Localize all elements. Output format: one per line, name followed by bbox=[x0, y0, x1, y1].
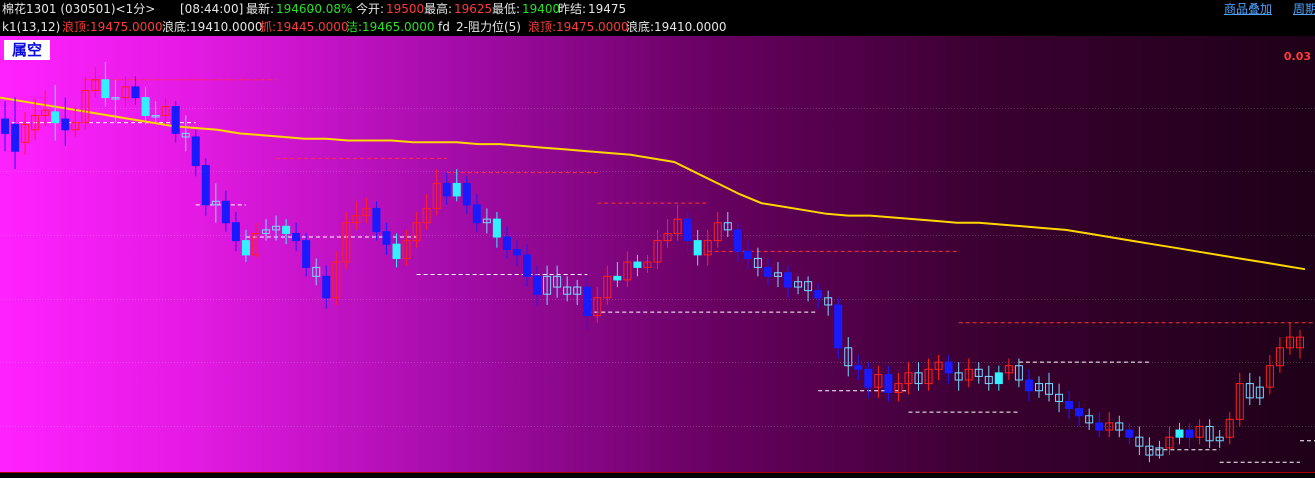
resistance-label: 2-阻力位(5) bbox=[456, 20, 521, 34]
candle-body bbox=[11, 123, 20, 152]
wave-top-value-2: 浪顶:19475.0000 bbox=[528, 20, 629, 34]
candle-body bbox=[994, 372, 1003, 385]
candle-body bbox=[171, 106, 180, 134]
candle-body bbox=[633, 261, 642, 268]
low-label: 最低: bbox=[492, 2, 521, 16]
open-value: 19500 bbox=[386, 2, 425, 16]
grab-value: 抓:19445.0000 bbox=[260, 20, 349, 34]
candle-body bbox=[1075, 408, 1084, 417]
open-label: 今开: bbox=[356, 2, 385, 16]
high-value: 19625 bbox=[454, 2, 493, 16]
latest-label: 最新: bbox=[246, 2, 275, 16]
indicator-name[interactable]: k1(13,12) bbox=[2, 20, 60, 34]
candle-body bbox=[372, 207, 381, 233]
low-value: 19400 bbox=[522, 2, 561, 16]
candle-body bbox=[1185, 429, 1194, 438]
candle-body bbox=[1024, 379, 1033, 392]
candle-body bbox=[231, 222, 240, 242]
fd-label: fd bbox=[438, 20, 450, 34]
candle-body bbox=[282, 225, 291, 234]
candle-body bbox=[854, 365, 863, 370]
candle-body bbox=[763, 266, 772, 277]
indicator-header: k1(13,12) 浪顶:19475.0000 浪底:19410.0000 抓:… bbox=[0, 18, 1315, 36]
change-value: -0.08% bbox=[310, 2, 353, 16]
candle-body bbox=[101, 79, 110, 99]
candle-body bbox=[462, 182, 471, 206]
candle-body bbox=[583, 286, 592, 317]
candle-body bbox=[382, 231, 391, 245]
candle-body bbox=[131, 86, 140, 99]
signal-badge: 属空 bbox=[4, 40, 50, 60]
candle-body bbox=[201, 165, 210, 206]
candle-body bbox=[51, 111, 60, 124]
candle-body bbox=[884, 374, 893, 394]
candle-body bbox=[743, 250, 752, 259]
candle-body bbox=[221, 200, 230, 224]
candlestick-chart[interactable] bbox=[0, 36, 1315, 472]
candle-body bbox=[191, 136, 200, 167]
prev-settle-value: 19475 bbox=[588, 2, 627, 16]
candle-body bbox=[784, 272, 793, 288]
candle-body bbox=[1, 118, 10, 134]
y-axis-label: 0.03 bbox=[1283, 50, 1311, 63]
candle-body bbox=[834, 304, 843, 349]
candle-body bbox=[452, 182, 461, 197]
candle-body bbox=[733, 229, 742, 252]
candle-body bbox=[512, 249, 521, 256]
moving-average-line bbox=[0, 96, 1306, 271]
candle-body bbox=[693, 240, 702, 256]
bottom-strip bbox=[0, 472, 1315, 478]
period-link[interactable]: 周期 bbox=[1293, 2, 1315, 16]
wave-bottom-value: 浪底:19410.0000 bbox=[162, 20, 263, 34]
candle-body bbox=[683, 218, 692, 242]
candle-body bbox=[241, 240, 250, 256]
prev-settle-label: 昨结: bbox=[558, 2, 587, 16]
candle-body bbox=[1065, 400, 1074, 410]
quote-time: [08:44:00] bbox=[180, 2, 244, 16]
candle-body bbox=[302, 240, 311, 268]
candle-body bbox=[392, 243, 401, 259]
candle-body bbox=[472, 204, 481, 224]
quote-header: 棉花1301 (030501)<1分> [08:44:00] 最新: 19460… bbox=[0, 0, 1315, 18]
candle-body bbox=[1125, 429, 1134, 438]
candle-body bbox=[533, 275, 542, 295]
candle-body bbox=[61, 118, 70, 131]
high-label: 最高: bbox=[424, 2, 453, 16]
candle-body bbox=[502, 236, 511, 251]
commodity-overlay-link[interactable]: 商品叠加 bbox=[1224, 2, 1272, 16]
candle-body bbox=[1095, 422, 1104, 431]
candle-body bbox=[492, 218, 501, 238]
clean-value: 洁:19465.0000 bbox=[346, 20, 435, 34]
symbol-title: 棉花1301 (030501)<1分> bbox=[2, 2, 156, 16]
wave-top-value: 浪顶:19475.0000 bbox=[62, 20, 163, 34]
candle-body bbox=[864, 368, 873, 388]
candle-body bbox=[613, 275, 622, 281]
wave-bottom-value-2: 浪底:19410.0000 bbox=[626, 20, 727, 34]
candle-body bbox=[523, 254, 532, 277]
candle-body bbox=[1175, 429, 1184, 438]
candle-body bbox=[292, 232, 301, 242]
candle-body bbox=[944, 361, 953, 374]
candle-body bbox=[322, 275, 331, 299]
candle-body bbox=[141, 97, 150, 116]
candle-body bbox=[814, 290, 823, 299]
latest-value: 19460 bbox=[276, 2, 315, 16]
candle-body bbox=[442, 182, 451, 197]
